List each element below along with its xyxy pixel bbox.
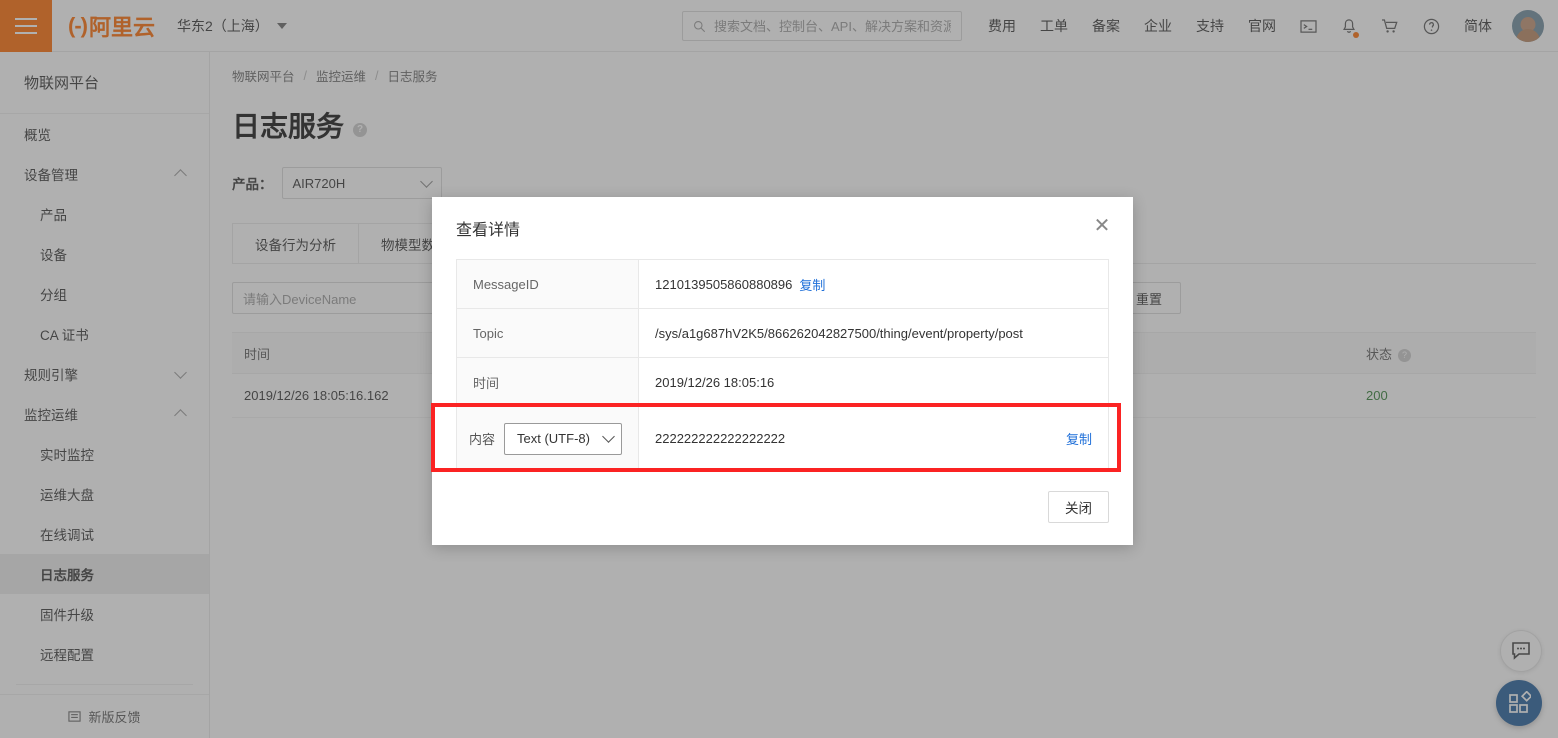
modal-body: MessageID 1210139505860880896 复制 Topic /… bbox=[432, 259, 1133, 471]
detail-row-content: 内容 Text (UTF-8) 222222222222222222 复制 bbox=[457, 407, 1108, 471]
detail-value-content: 222222222222222222 复制 bbox=[639, 407, 1108, 470]
copy-messageid-link[interactable]: 复制 bbox=[799, 275, 825, 294]
detail-label: MessageID bbox=[457, 260, 639, 308]
detail-table: MessageID 1210139505860880896 复制 Topic /… bbox=[456, 259, 1109, 471]
modal-footer: 关闭 bbox=[432, 471, 1133, 545]
detail-row-messageid: MessageID 1210139505860880896 复制 bbox=[457, 260, 1108, 309]
detail-label-content: 内容 Text (UTF-8) bbox=[457, 407, 639, 470]
encoding-select-value: Text (UTF-8) bbox=[517, 431, 590, 446]
close-button[interactable]: 关闭 bbox=[1048, 491, 1109, 523]
detail-row-time: 时间 2019/12/26 18:05:16 bbox=[457, 358, 1108, 407]
chevron-down-icon bbox=[602, 430, 615, 443]
detail-label: 时间 bbox=[457, 358, 639, 406]
encoding-select[interactable]: Text (UTF-8) bbox=[504, 422, 623, 455]
detail-value: 1210139505860880896 复制 bbox=[639, 260, 1108, 308]
content-label-text: 内容 bbox=[469, 432, 496, 447]
modal-title: 查看详情 bbox=[456, 222, 521, 239]
detail-row-topic: Topic /sys/a1g687hV2K5/866262042827500/t… bbox=[457, 309, 1108, 358]
topic-value: /sys/a1g687hV2K5/866262042827500/thing/e… bbox=[655, 325, 1023, 341]
detail-modal: 查看详情 ✕ MessageID 1210139505860880896 复制 … bbox=[432, 197, 1133, 545]
content-value: 222222222222222222 bbox=[655, 431, 786, 446]
modal-header: 查看详情 ✕ bbox=[432, 197, 1133, 259]
copy-content-link[interactable]: 复制 bbox=[1066, 429, 1092, 448]
detail-label: Topic bbox=[457, 309, 639, 357]
time-value: 2019/12/26 18:05:16 bbox=[655, 374, 775, 390]
close-icon[interactable]: ✕ bbox=[1089, 213, 1115, 239]
messageid-value: 1210139505860880896 bbox=[655, 276, 793, 292]
